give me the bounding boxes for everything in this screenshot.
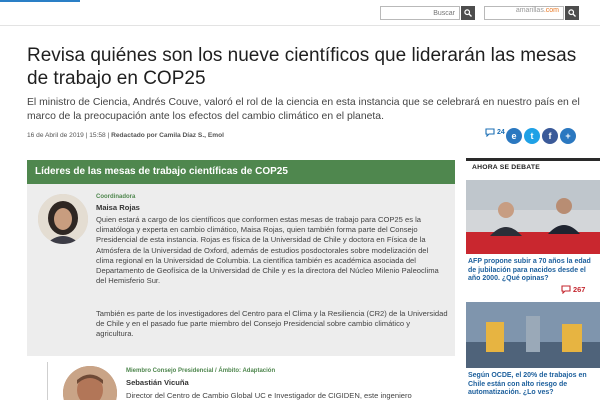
site-search-field[interactable]: amarillas.com [484, 6, 564, 20]
debate-link[interactable]: Según OCDE, el 20% de trabajos en Chile … [468, 372, 598, 398]
article-title: Revisa quiénes son los nueve científicos… [27, 45, 577, 89]
debate-link[interactable]: AFP propone subir a 70 años la edad de j… [468, 258, 598, 284]
avatar [63, 366, 117, 400]
divider [47, 362, 48, 400]
comments-count: 24 [497, 129, 505, 136]
person-name: Maisa Rojas [96, 203, 140, 212]
debate-image[interactable] [466, 180, 600, 254]
top-bar: amarillas.com [0, 0, 600, 26]
search-icon [568, 9, 576, 17]
portrait-image [38, 194, 88, 244]
person-role: Coordinadora [96, 194, 136, 200]
twitter-share-button[interactable]: t [524, 128, 540, 144]
search-icon [464, 9, 472, 17]
sidebar-title: AHORA SE DEBATE [466, 158, 600, 172]
article-author: Redactado por Camila Díaz S., Emol [111, 132, 224, 139]
more-share-button[interactable]: + [560, 128, 576, 144]
facebook-share-button[interactable]: f [542, 128, 558, 144]
portrait-image [63, 366, 117, 400]
workers-photo [466, 302, 600, 368]
comments-link[interactable]: 24 [485, 128, 505, 137]
person-name: Sebastián Vicuña [126, 378, 189, 387]
search-button[interactable] [461, 6, 475, 20]
search-input[interactable] [380, 6, 460, 20]
person-bio-extra: También es parte de los investigadores d… [96, 309, 448, 339]
person-bio: Quien estará a cargo de los científicos … [96, 215, 439, 286]
emol-share-button[interactable]: e [506, 128, 522, 144]
meeting-photo [466, 180, 600, 254]
person-role: Miembro Consejo Presidencial / Ámbito: A… [126, 368, 276, 374]
panel-title: Líderes de las mesas de trabajo científi… [27, 160, 455, 184]
debate-comments-count: 267 [573, 285, 586, 294]
article-date: 16 de Abril de 2019 | 15:58 | [27, 132, 112, 139]
site-suffix: .com [543, 7, 559, 14]
article-byline: 16 de Abril de 2019 | 15:58 | Redactado … [27, 132, 224, 139]
scientists-panel: Líderes de las mesas de trabajo científi… [27, 160, 455, 356]
debate-image[interactable] [466, 302, 600, 368]
avatar [38, 194, 88, 244]
person-bio: Director del Centro de Cambio Global UC … [126, 391, 412, 400]
article-lead: El ministro de Ciencia, Andrés Couve, va… [27, 97, 580, 122]
debate-comments[interactable]: 267 [561, 285, 585, 294]
site-prefix: amarillas [515, 7, 544, 14]
comment-icon [485, 128, 495, 137]
site-search-button[interactable] [565, 6, 579, 20]
comment-icon [561, 285, 571, 294]
brand-strip [0, 0, 80, 2]
